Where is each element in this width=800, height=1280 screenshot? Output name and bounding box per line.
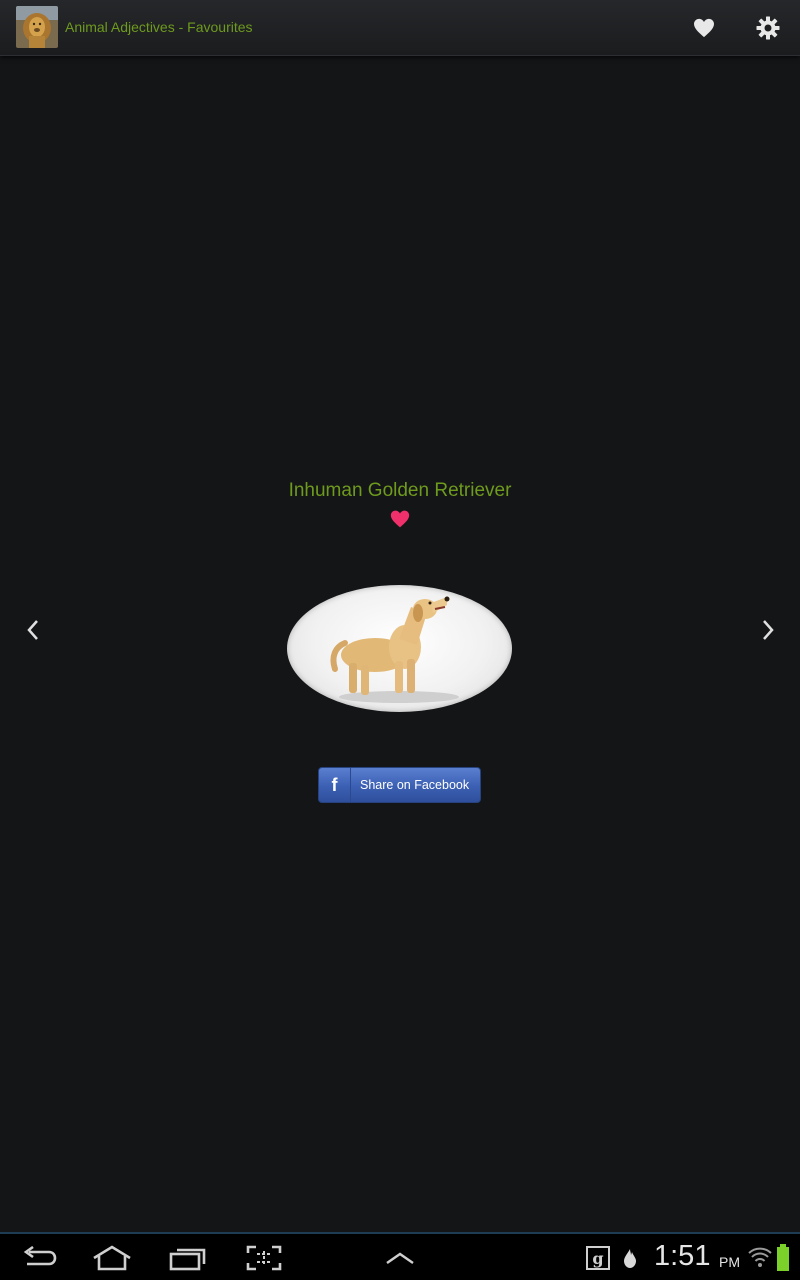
settings-button[interactable] [748,8,788,48]
menu-up-button[interactable] [382,1242,418,1274]
app-title: Animal Adjectives - Favourites [65,19,253,35]
notification-drop-icon [622,1247,638,1274]
back-icon [23,1246,57,1266]
home-button[interactable] [91,1242,133,1274]
screenshot-button[interactable] [245,1242,283,1274]
next-button[interactable] [753,615,783,645]
animal-name: Inhuman Golden Retriever [288,480,512,501]
back-button[interactable] [20,1242,58,1274]
share-facebook-label: Share on Facebook [360,778,470,792]
lion-icon[interactable] [16,6,58,48]
screenshot-icon [246,1245,282,1271]
gear-icon [756,16,780,40]
heart-icon [694,18,714,38]
share-facebook-button[interactable]: f Share on Facebook [318,767,481,803]
home-icon [93,1245,131,1271]
favourite-toggle[interactable] [390,509,410,529]
notification-app-icon: g [586,1246,610,1275]
recent-apps-button[interactable] [168,1242,208,1274]
svg-text:g: g [592,1249,603,1268]
battery-icon [776,1244,790,1277]
clock-ampm: PM [719,1254,740,1270]
chevron-right-icon [763,620,774,640]
chevron-left-icon [27,620,38,640]
animal-image [287,585,512,712]
facebook-icon: f [319,768,351,802]
heart-icon [390,510,410,528]
favourites-button[interactable] [684,8,724,48]
recent-apps-icon [169,1248,206,1271]
clock-time: 1:51 [654,1240,711,1272]
previous-button[interactable] [18,615,48,645]
chevron-up-icon [386,1252,414,1264]
action-bar: Animal Adjectives - Favourites [0,0,800,56]
wifi-icon [748,1244,772,1275]
